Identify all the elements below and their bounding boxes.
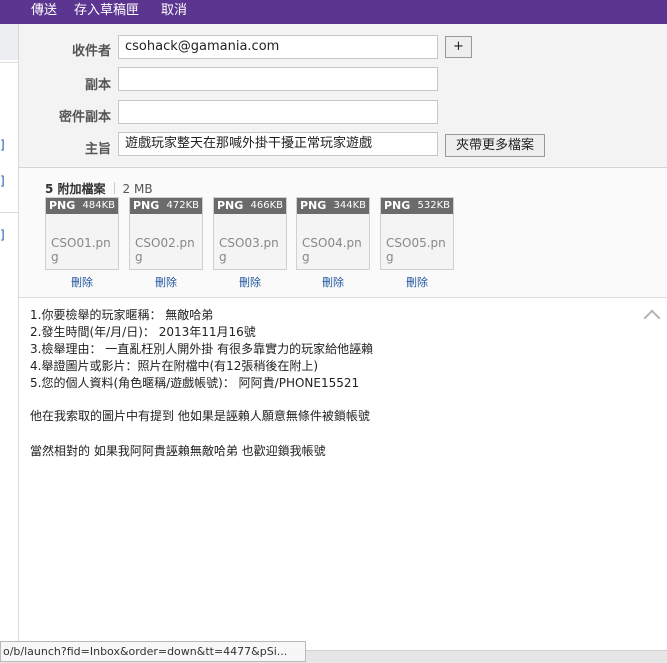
- file-type-badge: PNG: [49, 199, 76, 212]
- body-line: 2.發生時間(年/月/日)： 2013年11月16號: [30, 325, 256, 339]
- delete-attachment-link[interactable]: 刪除: [45, 274, 119, 290]
- delete-attachment-link[interactable]: 刪除: [129, 274, 203, 290]
- file-name: CSO05.png: [386, 236, 446, 264]
- body-line: 3.檢舉理由： 一直亂枉別人開外掛 有很多靠實力的玩家給他誣賴: [30, 342, 374, 356]
- file-size: 344KB: [333, 200, 366, 211]
- attach-more-button[interactable]: 夾帶更多檔案: [445, 134, 545, 157]
- body-line: 他在我索取的圖片中有提到 他如果是誣賴人願意無條件被鎖帳號: [30, 409, 370, 423]
- link-status-bar: o/b/launch?fid=Inbox&order=down&tt=4477&…: [0, 641, 306, 662]
- sidebar-item-edge[interactable]: ]: [0, 228, 5, 242]
- sidebar-divider: [0, 212, 18, 213]
- to-field[interactable]: csohack@gamania.com: [118, 35, 438, 59]
- sidebar-divider: [0, 62, 18, 63]
- attachment-type-bar: PNG 484KB: [46, 198, 118, 214]
- file-type-badge: PNG: [133, 199, 160, 212]
- delete-attachment-link[interactable]: 刪除: [380, 274, 454, 290]
- sidebar-item-edge[interactable]: ]: [0, 138, 5, 152]
- cancel-button[interactable]: 取消: [161, 3, 187, 19]
- attachment-card[interactable]: PNG 532KB CSO05.png: [380, 197, 454, 270]
- file-type-badge: PNG: [384, 199, 411, 212]
- attachment-card[interactable]: PNG 344KB CSO04.png: [296, 197, 370, 270]
- cc-label: 副本: [84, 78, 111, 93]
- send-button[interactable]: 傳送: [31, 3, 57, 19]
- attachment-total-size: 2 MB: [122, 182, 153, 196]
- file-size: 466KB: [250, 200, 283, 211]
- compose-toolbar: 傳送 存入草稿匣 取消: [0, 0, 667, 24]
- attachment-card[interactable]: PNG 472KB CSO02.png: [129, 197, 203, 270]
- file-size: 472KB: [166, 200, 199, 211]
- message-body-editor[interactable]: 1.你要檢舉的玩家暱稱： 無敵哈弟 2.發生時間(年/月/日)： 2013年11…: [19, 298, 645, 650]
- summary-divider: [113, 182, 115, 194]
- file-type-badge: PNG: [217, 199, 244, 212]
- attachment-card[interactable]: PNG 466KB CSO03.png: [213, 197, 287, 270]
- subject-label: 主旨: [84, 142, 111, 157]
- body-scrollbar[interactable]: [640, 298, 667, 650]
- bcc-label: 密件副本: [58, 110, 111, 125]
- attachment-card[interactable]: PNG 484KB CSO01.png: [45, 197, 119, 270]
- attachments-panel: 5 附加檔案 2 MB PNG 484KB CSO01.png 刪除 PNG 47…: [19, 168, 667, 298]
- sidebar-item-edge[interactable]: ]: [0, 174, 5, 188]
- file-size: 532KB: [417, 200, 450, 211]
- scroll-up-icon[interactable]: [643, 309, 661, 327]
- folder-sidebar: ] ] ]: [0, 24, 19, 662]
- subject-field[interactable]: 遊戲玩家整天在那喊外掛干擾正常玩家遊戲: [118, 132, 438, 156]
- to-label: 收件者: [71, 44, 111, 59]
- body-line: 1.你要檢舉的玩家暱稱： 無敵哈弟: [30, 308, 214, 322]
- add-recipient-button[interactable]: +: [445, 36, 472, 58]
- attachment-count: 5 附加檔案: [45, 182, 106, 196]
- attachment-type-bar: PNG 472KB: [130, 198, 202, 214]
- body-line: 4.舉證圖片或影片：照片在附檔中(有12張稍後在附上): [30, 359, 319, 373]
- body-line: 當然相對的 如果我阿阿貴誣賴無敵哈弟 也歡迎鎖我帳號: [30, 444, 326, 458]
- bcc-field[interactable]: [118, 100, 438, 124]
- compose-header: 收件者 csohack@gamania.com + 副本 密件副本 主旨 遊戲玩…: [19, 24, 667, 168]
- body-line: 5.您的個人資料(角色暱稱/遊戲帳號)： 阿阿貴/PHONE15521: [30, 376, 360, 390]
- file-size: 484KB: [82, 200, 115, 211]
- file-type-badge: PNG: [300, 199, 327, 212]
- delete-attachment-link[interactable]: 刪除: [296, 274, 370, 290]
- sidebar-header-band: [0, 24, 18, 60]
- delete-attachment-link[interactable]: 刪除: [213, 274, 287, 290]
- attachment-type-bar: PNG 344KB: [297, 198, 369, 214]
- save-draft-button[interactable]: 存入草稿匣: [74, 3, 139, 19]
- file-name: CSO04.png: [302, 236, 362, 264]
- attachment-type-bar: PNG 466KB: [214, 198, 286, 214]
- file-name: CSO03.png: [219, 236, 279, 264]
- cc-field[interactable]: [118, 67, 438, 91]
- file-name: CSO01.png: [51, 236, 111, 264]
- file-name: CSO02.png: [135, 236, 195, 264]
- attachments-summary: 5 附加檔案 2 MB: [45, 180, 153, 197]
- attachment-type-bar: PNG 532KB: [381, 198, 453, 214]
